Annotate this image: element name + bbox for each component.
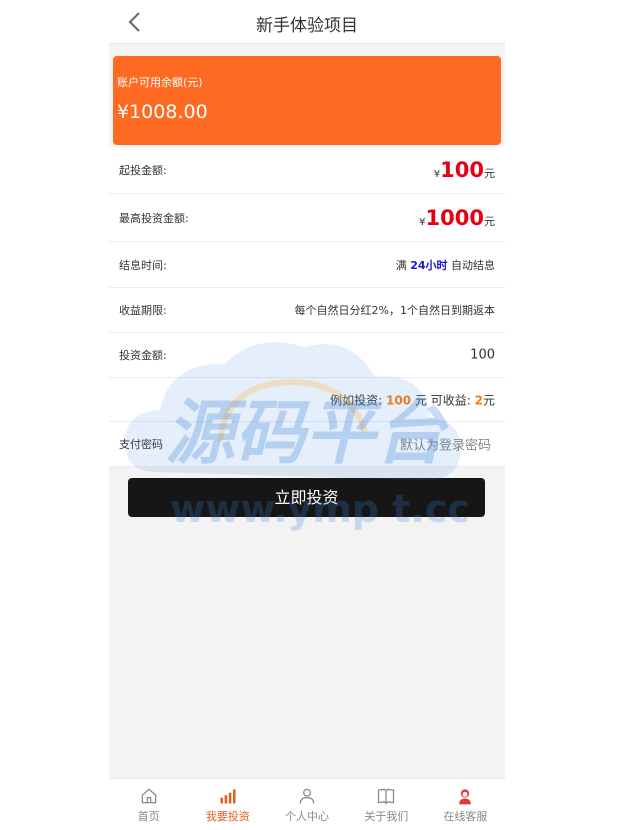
bar-chart-icon (220, 789, 236, 804)
settle-time-row: 结息时间: 满 24小时 自动结息 (109, 242, 505, 288)
unit-label: 元 (484, 167, 495, 180)
book-icon (378, 788, 395, 805)
balance-label: 账户可用余额(元) (117, 76, 203, 89)
tab-about[interactable]: 关于我们 (347, 779, 426, 830)
settle-time-value: 满 24小时 自动结息 (396, 257, 495, 273)
password-row: 支付密码 默认为登录密码 (109, 422, 505, 467)
settle-suffix: 自动结息 (451, 258, 495, 272)
user-icon (299, 788, 315, 804)
balance-card: 账户可用余额(元) ¥1008.00 (113, 56, 501, 145)
unit-label: 元 (484, 214, 495, 228)
page-title: 新手体验项目 (256, 16, 358, 36)
tab-about-label: 关于我们 (364, 810, 409, 823)
balance-value: ¥1008.00 (117, 101, 208, 123)
app-screen: 新手体验项目 账户可用余额(元) ¥1008.00 起投金额: ¥100元 最高… (109, 0, 505, 830)
invest-amount-row: 投资金额: 100 (109, 333, 505, 378)
tab-invest[interactable]: 我要投资 (188, 779, 267, 830)
settle-time-label: 结息时间: (119, 258, 167, 272)
example-mid: 元 可收益: (414, 393, 471, 407)
example-prefix: 例如投资: (330, 393, 383, 407)
max-invest-label: 最高投资金额: (119, 211, 189, 225)
period-row: 收益期限: 每个自然日分红2%，1个自然日到期返本 (109, 288, 505, 333)
invest-amount-input[interactable]: 100 (470, 348, 495, 363)
min-invest-value: ¥100元 (434, 158, 495, 182)
min-invest-label: 起投金额: (119, 164, 167, 177)
example-amount: 100 (386, 393, 412, 407)
tab-home[interactable]: 首页 (109, 779, 188, 830)
tab-support-label: 在线客服 (443, 810, 488, 823)
bottom-tab-bar: 首页 我要投资 个人中心 关于我们 在线客服 (109, 778, 505, 830)
password-input[interactable]: 默认为登录密码 (400, 435, 491, 454)
invest-amount-label: 投资金额: (119, 349, 167, 362)
example-profit: 2 (474, 393, 483, 407)
min-invest-row: 起投金额: ¥100元 (109, 147, 505, 194)
password-label: 支付密码 (119, 438, 163, 451)
unit-label: 元 (482, 393, 495, 407)
tab-profile-label: 个人中心 (285, 810, 329, 823)
tab-profile[interactable]: 个人中心 (267, 779, 346, 830)
period-value: 每个自然日分红2%，1个自然日到期返本 (294, 304, 495, 317)
tab-support[interactable]: 在线客服 (426, 779, 505, 830)
home-icon (141, 788, 156, 804)
settle-prefix: 满 (395, 258, 407, 272)
period-label: 收益期限: (119, 304, 167, 317)
settle-hours: 24小时 (410, 258, 448, 272)
top-bar: 新手体验项目 (109, 0, 505, 44)
min-invest-amount: 100 (440, 158, 484, 182)
max-invest-amount: 1000 (425, 205, 484, 230)
support-agent-icon (459, 789, 472, 805)
example-text: 例如投资: 100 元 可收益: 2元 (330, 391, 495, 408)
max-invest-row: 最高投资金额: ¥1000元 (109, 194, 505, 242)
invest-now-button[interactable]: 立即投资 (128, 478, 485, 517)
example-row: 例如投资: 100 元 可收益: 2元 (109, 378, 505, 422)
max-invest-value: ¥1000元 (419, 206, 495, 230)
tab-invest-label: 我要投资 (205, 810, 250, 823)
tab-home-label: 首页 (137, 810, 160, 823)
